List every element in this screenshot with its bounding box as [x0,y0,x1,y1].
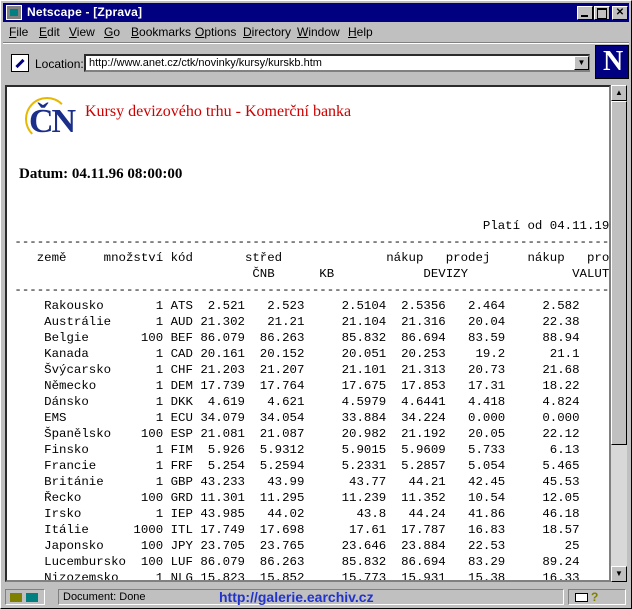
datum-text: Datum: 04.11.96 08:00:00 [19,166,183,182]
menu-edit[interactable]: Edit [39,25,60,39]
table-rule: ----------------------------------------… [14,283,611,297]
maximize-button[interactable] [594,6,610,20]
security-key-icon[interactable] [5,589,45,605]
cn-logo: ČN [25,95,76,141]
table-row: Rakousko 1 ATS 2.521 2.523 2.5104 2.5356… [44,299,580,313]
netscape-app-icon[interactable] [6,5,22,20]
table-row: Itálie 1000 ITL 17.749 17.698 17.61 17.7… [44,523,580,537]
table-row: Irsko 1 IEP 43.985 44.02 43.8 44.24 41.8… [44,507,580,521]
table-row: Dánsko 1 DKK 4.619 4.621 4.5979 4.6441 4… [44,395,580,409]
page-content: ČN Kursy devizového trhu - Komerční bank… [5,85,611,582]
table-row: Finsko 1 FIM 5.926 5.9312 5.9015 5.9609 … [44,443,580,457]
table-row: Švýcarsko 1 CHF 21.203 21.207 21.101 21.… [44,363,580,377]
table-row: Řecko 100 GRD 11.301 11.295 11.239 11.35… [44,491,580,505]
menu-window[interactable]: Window [297,25,340,39]
scroll-thumb[interactable] [611,101,627,445]
table-row: Kanada 1 CAD 20.161 20.152 20.051 20.253… [44,347,580,361]
scroll-up-button[interactable]: ▲ [611,85,627,101]
status-right-panel: ? [568,589,626,605]
watermark-url: http://galerie.earchiv.cz [219,589,374,605]
location-bar: Location: http://www.anet.cz/ctk/novinky… [3,45,591,81]
close-button[interactable]: ✕ [612,6,628,20]
location-url-input[interactable]: http://www.anet.cz/ctk/novinky/kursy/kur… [84,54,590,72]
location-label: Location: [35,57,84,71]
valid-from-line: Platí od 04.11.1996 [482,219,610,233]
menu-help[interactable]: Help [348,25,373,39]
menu-directory[interactable]: Directory [243,25,291,39]
vertical-scrollbar[interactable]: ▲ ▼ [611,85,627,582]
table-row: Belgie 100 BEF 86.079 86.263 85.832 86.6… [44,331,580,345]
menu-bar: File Edit View Go Bookmarks Options Dire… [3,23,629,41]
browser-window: Netscape - [Zprava] ✕ File Edit View Go … [0,0,632,609]
table-row: Španělsko 100 ESP 21.081 21.087 20.982 2… [44,427,580,441]
exchange-rate-table: Platí od 04.11.1996 --------------------… [7,218,611,582]
table-row: Nizozemsko 1 NLG 15.823 15.852 15.773 15… [44,571,580,582]
mail-envelope-icon[interactable] [575,593,588,602]
table-header-row: země množství kód střed nákup prodej nák… [36,251,610,265]
table-row: Japonsko 100 JPY 23.705 23.765 23.646 23… [44,539,580,553]
menu-separator [3,42,629,44]
table-row: Francie 1 FRF 5.254 5.2594 5.2331 5.2857… [44,459,580,473]
table-row: Austrálie 1 AUD 21.302 21.21 21.104 21.3… [44,315,580,329]
menu-bookmarks[interactable]: Bookmarks [131,25,191,39]
help-question-icon[interactable]: ? [591,590,598,604]
table-row: Německo 1 DEM 17.739 17.764 17.675 17.85… [44,379,580,393]
menu-options[interactable]: Options [195,25,236,39]
table-row: EMS 1 ECU 34.079 34.054 33.884 34.224 0.… [44,411,580,425]
netscape-n-logo[interactable]: N [595,45,629,79]
menu-view[interactable]: View [69,25,95,39]
window-title: Netscape - [Zprava] [27,5,143,19]
scroll-down-button[interactable]: ▼ [611,566,627,582]
menu-go[interactable]: Go [104,25,120,39]
table-row: Británie 1 GBP 43.233 43.99 43.77 44.21 … [44,475,580,489]
table-rule: ----------------------------------------… [14,235,611,249]
location-dropdown-icon[interactable]: ▼ [574,56,589,70]
table-row: Lucembursko 100 LUF 86.079 86.263 85.832… [44,555,580,569]
table-subheader-row: ČNB KB DEVIZY VALUTY [252,267,610,281]
menu-file[interactable]: File [9,25,28,39]
title-bar: Netscape - [Zprava] ✕ [3,3,629,22]
minimize-button[interactable] [577,6,593,20]
location-link-icon[interactable] [11,54,29,72]
page-title: Kursy devizového trhu - Komerční banka [85,103,352,120]
